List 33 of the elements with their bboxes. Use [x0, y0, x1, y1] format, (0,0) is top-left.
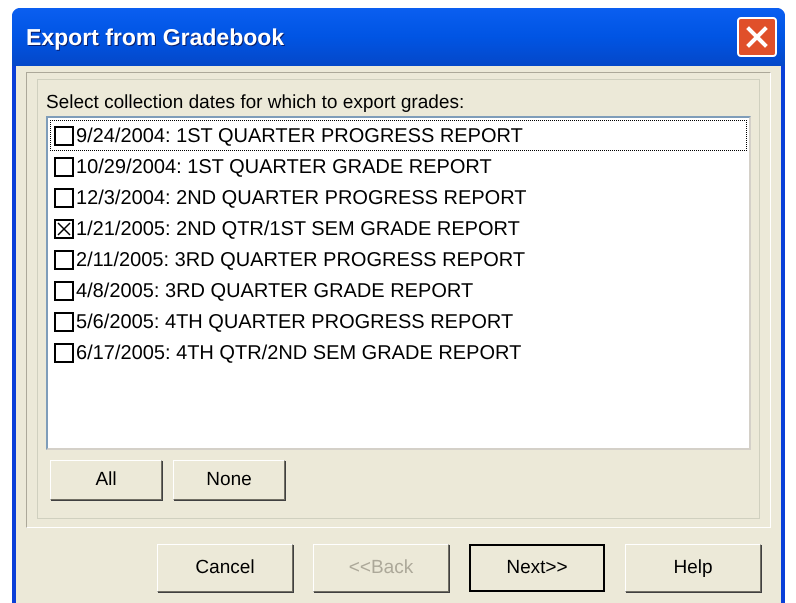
window-title: Export from Gradebook: [26, 22, 284, 52]
dialog-button[interactable]: Next>>: [469, 544, 605, 592]
list-item[interactable]: 6/17/2005: 4TH QTR/2ND SEM GRADE REPORT: [50, 337, 747, 368]
item-label: 10/29/2004: 1ST QUARTER GRADE REPORT: [76, 154, 492, 180]
list-item[interactable]: 5/6/2005: 4TH QUARTER PROGRESS REPORT: [50, 306, 747, 337]
checkbox[interactable]: [54, 312, 74, 332]
checkbox[interactable]: [54, 250, 74, 270]
select-button[interactable]: None: [173, 460, 285, 500]
list-item[interactable]: 9/24/2004: 1ST QUARTER PROGRESS REPORT: [50, 120, 747, 151]
checkbox[interactable]: [54, 280, 74, 300]
list-item[interactable]: 1/21/2005: 2ND QTR/1ST SEM GRADE REPORT: [50, 213, 747, 244]
prompt-label: Select collection dates for which to export grades:: [46, 92, 466, 114]
checkbox[interactable]: [54, 126, 74, 146]
checkbox[interactable]: [54, 342, 74, 362]
checkbox[interactable]: [54, 218, 74, 238]
dialog-button[interactable]: Cancel: [157, 544, 293, 592]
close-button[interactable]: [737, 17, 777, 57]
list-item[interactable]: 12/3/2004: 2ND QUARTER PROGRESS REPORT: [50, 182, 747, 213]
close-icon: [746, 26, 768, 48]
checkbox[interactable]: [54, 156, 74, 176]
item-label: 6/17/2005: 4TH QTR/2ND SEM GRADE REPORT: [76, 340, 522, 366]
item-label: 12/3/2004: 2ND QUARTER PROGRESS REPORT: [76, 186, 527, 210]
dialog-button[interactable]: Help: [625, 544, 761, 592]
item-label: 2/11/2005: 3RD QUARTER PROGRESS REPORT: [76, 248, 526, 272]
select-button[interactable]: All: [50, 460, 162, 500]
item-label: 4/8/2005: 3RD QUARTER GRADE REPORT: [76, 278, 474, 304]
item-label: 5/6/2005: 4TH QUARTER PROGRESS REPORT: [76, 310, 514, 334]
list-item[interactable]: 10/29/2004: 1ST QUARTER GRADE REPORT: [50, 151, 747, 182]
item-label: 9/24/2004: 1ST QUARTER PROGRESS REPORT: [76, 124, 523, 148]
checkbox[interactable]: [54, 188, 74, 208]
item-label: 1/21/2005: 2ND QTR/1ST SEM GRADE REPORT: [76, 216, 520, 242]
list-item[interactable]: 2/11/2005: 3RD QUARTER PROGRESS REPORT: [50, 244, 747, 275]
list-item[interactable]: 4/8/2005: 3RD QUARTER GRADE REPORT: [50, 275, 747, 306]
